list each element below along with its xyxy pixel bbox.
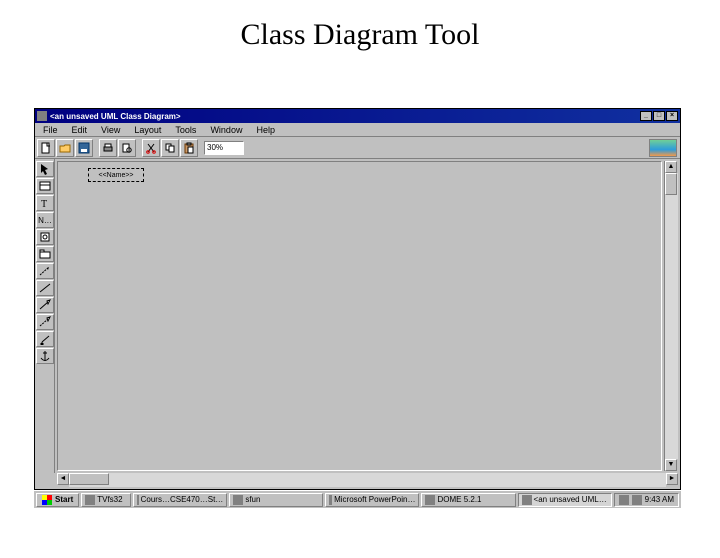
vscroll-thumb[interactable] <box>665 173 677 195</box>
horizontal-scrollbar[interactable]: ◄ ► <box>57 473 678 487</box>
paste-icon <box>183 142 195 154</box>
task-label: <an unsaved UML… <box>534 495 607 504</box>
print-preview-icon <box>121 142 133 154</box>
taskbar-item-0[interactable]: Cours…CSE470…St… <box>133 493 227 507</box>
diagram-canvas[interactable]: <<Name>> <box>57 161 662 471</box>
aggregation-icon <box>39 333 51 345</box>
open-button[interactable] <box>56 139 74 157</box>
decorative-image-icon <box>649 139 677 157</box>
app-icon <box>37 111 47 121</box>
save-button[interactable] <box>75 139 93 157</box>
close-button[interactable]: × <box>666 111 678 121</box>
menu-help[interactable]: Help <box>250 125 281 135</box>
task-label: sfun <box>245 495 260 504</box>
menu-window[interactable]: Window <box>204 125 248 135</box>
copy-button[interactable] <box>161 139 179 157</box>
slide-title: Class Diagram Tool <box>0 18 720 52</box>
scroll-down-button[interactable]: ▼ <box>665 459 677 471</box>
task-icon <box>522 495 532 505</box>
paste-button[interactable] <box>180 139 198 157</box>
tool-class[interactable] <box>36 178 54 194</box>
start-button[interactable]: Start <box>36 493 79 507</box>
generalization-icon <box>39 299 51 311</box>
task-label: Cours…CSE470…St… <box>141 495 224 504</box>
print-icon <box>102 142 114 154</box>
menu-view[interactable]: View <box>95 125 126 135</box>
realization-icon <box>39 316 51 328</box>
tool-interface[interactable] <box>36 229 54 245</box>
toolbox: T N… <box>35 159 55 473</box>
vertical-scrollbar[interactable]: ▲ ▼ <box>664 161 678 471</box>
menu-edit[interactable]: Edit <box>66 125 94 135</box>
taskbar-item-4[interactable]: <an unsaved UML… <box>518 493 612 507</box>
maximize-button[interactable]: □ <box>653 111 665 121</box>
vscroll-track[interactable] <box>665 173 678 459</box>
tool-package[interactable] <box>36 246 54 262</box>
tool-anchor[interactable] <box>36 348 54 364</box>
association-icon <box>39 282 51 294</box>
class-icon <box>39 180 51 192</box>
task-icon <box>137 495 138 505</box>
title-bar[interactable]: <an unsaved UML Class Diagram> _ □ × <box>35 109 680 123</box>
taskbar: Start TVfs32 Cours…CSE470…St… sfun Micro… <box>34 490 681 508</box>
scroll-left-button[interactable]: ◄ <box>57 473 69 485</box>
task-icon <box>329 495 332 505</box>
new-file-icon <box>40 142 52 154</box>
text-icon: T <box>39 197 51 209</box>
tool-dependency[interactable] <box>36 263 54 279</box>
taskbar-item-3[interactable]: DOME 5.2.1 <box>421 493 515 507</box>
tool-text[interactable]: T <box>36 195 54 211</box>
tool-note[interactable]: N… <box>36 212 54 228</box>
minimize-button[interactable]: _ <box>640 111 652 121</box>
task-icon <box>233 495 243 505</box>
taskbar-item-1[interactable]: sfun <box>229 493 323 507</box>
uml-class-object[interactable]: <<Name>> <box>88 168 144 182</box>
app-window: <an unsaved UML Class Diagram> _ □ × Fil… <box>34 108 681 490</box>
scroll-right-button[interactable]: ► <box>666 473 678 485</box>
save-disk-icon <box>78 142 90 154</box>
package-icon <box>39 248 51 260</box>
print-preview-button[interactable] <box>118 139 136 157</box>
work-area: T N… <<Name>> ▲ ▼ <box>35 159 680 473</box>
tool-association[interactable] <box>36 280 54 296</box>
windows-logo-icon <box>42 495 52 505</box>
task-icon <box>425 495 435 505</box>
quicklaunch-item[interactable]: TVfs32 <box>81 493 131 507</box>
quicklaunch-icon <box>85 495 95 505</box>
menu-file[interactable]: File <box>37 125 64 135</box>
quicklaunch-label: TVfs32 <box>97 495 122 504</box>
dependency-icon <box>39 265 51 277</box>
cut-button[interactable] <box>142 139 160 157</box>
hscroll-thumb[interactable] <box>69 473 109 485</box>
task-label: Microsoft PowerPoin… <box>334 495 415 504</box>
print-button[interactable] <box>99 139 117 157</box>
tray-icon[interactable] <box>632 495 642 505</box>
svg-text:T: T <box>41 199 47 209</box>
scroll-up-button[interactable]: ▲ <box>665 161 677 173</box>
tool-realization[interactable] <box>36 314 54 330</box>
tray-icon[interactable] <box>619 495 629 505</box>
task-label: DOME 5.2.1 <box>437 495 481 504</box>
menu-layout[interactable]: Layout <box>128 125 167 135</box>
hscroll-track[interactable] <box>69 473 666 487</box>
copy-icon <box>164 142 176 154</box>
tool-aggregation[interactable] <box>36 331 54 347</box>
cut-icon <box>145 142 157 154</box>
toolbar: 30% <box>35 137 680 159</box>
open-folder-icon <box>59 142 71 154</box>
tool-pointer[interactable] <box>36 161 54 177</box>
start-label: Start <box>55 495 73 504</box>
tool-generalization[interactable] <box>36 297 54 313</box>
menu-tools[interactable]: Tools <box>169 125 202 135</box>
zoom-combo[interactable]: 30% <box>204 141 244 155</box>
system-tray[interactable]: 9:43 AM <box>614 493 679 507</box>
window-title: <an unsaved UML Class Diagram> <box>50 112 640 121</box>
menu-bar: File Edit View Layout Tools Window Help <box>35 123 680 137</box>
interface-icon <box>39 231 51 243</box>
pointer-icon <box>39 163 51 175</box>
new-button[interactable] <box>37 139 55 157</box>
anchor-icon <box>39 350 51 362</box>
clock: 9:43 AM <box>645 495 674 504</box>
taskbar-item-2[interactable]: Microsoft PowerPoin… <box>325 493 419 507</box>
